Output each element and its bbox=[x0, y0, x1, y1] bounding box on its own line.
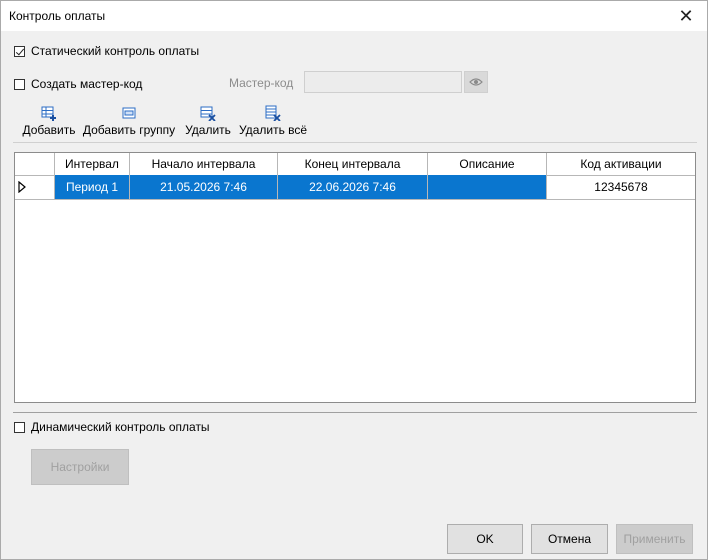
row-indicator[interactable] bbox=[15, 175, 55, 199]
add-group-icon bbox=[122, 107, 136, 119]
table-header: Интервал Начало интервала Конец интервал… bbox=[15, 153, 695, 176]
checkbox-unchecked-icon[interactable] bbox=[14, 78, 25, 90]
title-bar: Контроль оплаты ✕ bbox=[1, 1, 707, 31]
table-row[interactable]: Период 1 21.05.2026 7:46 22.06.2026 7:46… bbox=[15, 175, 695, 200]
delete-row-icon bbox=[200, 106, 216, 121]
cell-end[interactable]: 22.06.2026 7:46 bbox=[278, 175, 428, 199]
checkbox-unchecked-icon[interactable] bbox=[14, 421, 25, 433]
master-code-label: Мастер-код bbox=[229, 76, 294, 90]
apply-button[interactable]: Применить bbox=[616, 524, 693, 554]
checkbox-checked-icon[interactable] bbox=[14, 45, 25, 57]
static-control-checkbox[interactable]: Статический контроль оплаты bbox=[14, 44, 199, 58]
column-header-start[interactable]: Начало интервала bbox=[130, 153, 278, 175]
dynamic-control-checkbox[interactable]: Динамический контроль оплаты bbox=[14, 420, 210, 434]
add-group-label: Добавить группу bbox=[82, 123, 176, 137]
add-label: Добавить bbox=[22, 123, 76, 137]
create-master-code-checkbox[interactable]: Создать мастер-код bbox=[14, 77, 142, 91]
cell-activation-code[interactable]: 12345678 bbox=[547, 175, 695, 199]
cancel-button[interactable]: Отмена bbox=[531, 524, 608, 554]
window-title: Контроль оплаты bbox=[9, 9, 106, 23]
show-password-button[interactable] bbox=[464, 71, 488, 93]
delete-all-button[interactable]: Удалить всё bbox=[239, 105, 307, 137]
close-icon[interactable]: ✕ bbox=[675, 5, 697, 27]
master-code-input[interactable] bbox=[304, 71, 462, 93]
cell-interval[interactable]: Период 1 bbox=[55, 175, 130, 199]
column-header-description[interactable]: Описание bbox=[428, 153, 547, 175]
add-button[interactable]: Добавить bbox=[19, 105, 79, 137]
column-header-end[interactable]: Конец интервала bbox=[278, 153, 428, 175]
cell-start[interactable]: 21.05.2026 7:46 bbox=[130, 175, 278, 199]
section-divider bbox=[13, 412, 697, 413]
column-header-interval[interactable]: Интервал bbox=[55, 153, 130, 175]
delete-all-label: Удалить всё bbox=[239, 123, 308, 137]
add-group-button[interactable]: Добавить группу bbox=[81, 105, 177, 137]
create-master-code-label: Создать мастер-код bbox=[31, 77, 143, 91]
intervals-table[interactable]: Интервал Начало интервала Конец интервал… bbox=[14, 152, 696, 403]
toolbar-divider bbox=[13, 142, 697, 143]
delete-button[interactable]: Удалить bbox=[183, 105, 233, 137]
row-indicator-header bbox=[15, 153, 55, 175]
settings-button[interactable]: Настройки bbox=[31, 449, 129, 485]
dynamic-control-label: Динамический контроль оплаты bbox=[31, 420, 210, 434]
column-header-activation-code[interactable]: Код активации bbox=[547, 153, 695, 175]
add-row-icon bbox=[41, 106, 56, 121]
static-control-label: Статический контроль оплаты bbox=[31, 44, 200, 58]
ok-button[interactable]: OK bbox=[447, 524, 523, 554]
payment-control-dialog: Контроль оплаты ✕ Статический контроль о… bbox=[0, 0, 708, 560]
current-row-arrow-icon bbox=[18, 181, 26, 193]
eye-icon bbox=[469, 78, 483, 86]
delete-label: Удалить bbox=[185, 123, 231, 137]
delete-all-icon bbox=[265, 105, 281, 121]
cell-description[interactable] bbox=[428, 175, 547, 199]
